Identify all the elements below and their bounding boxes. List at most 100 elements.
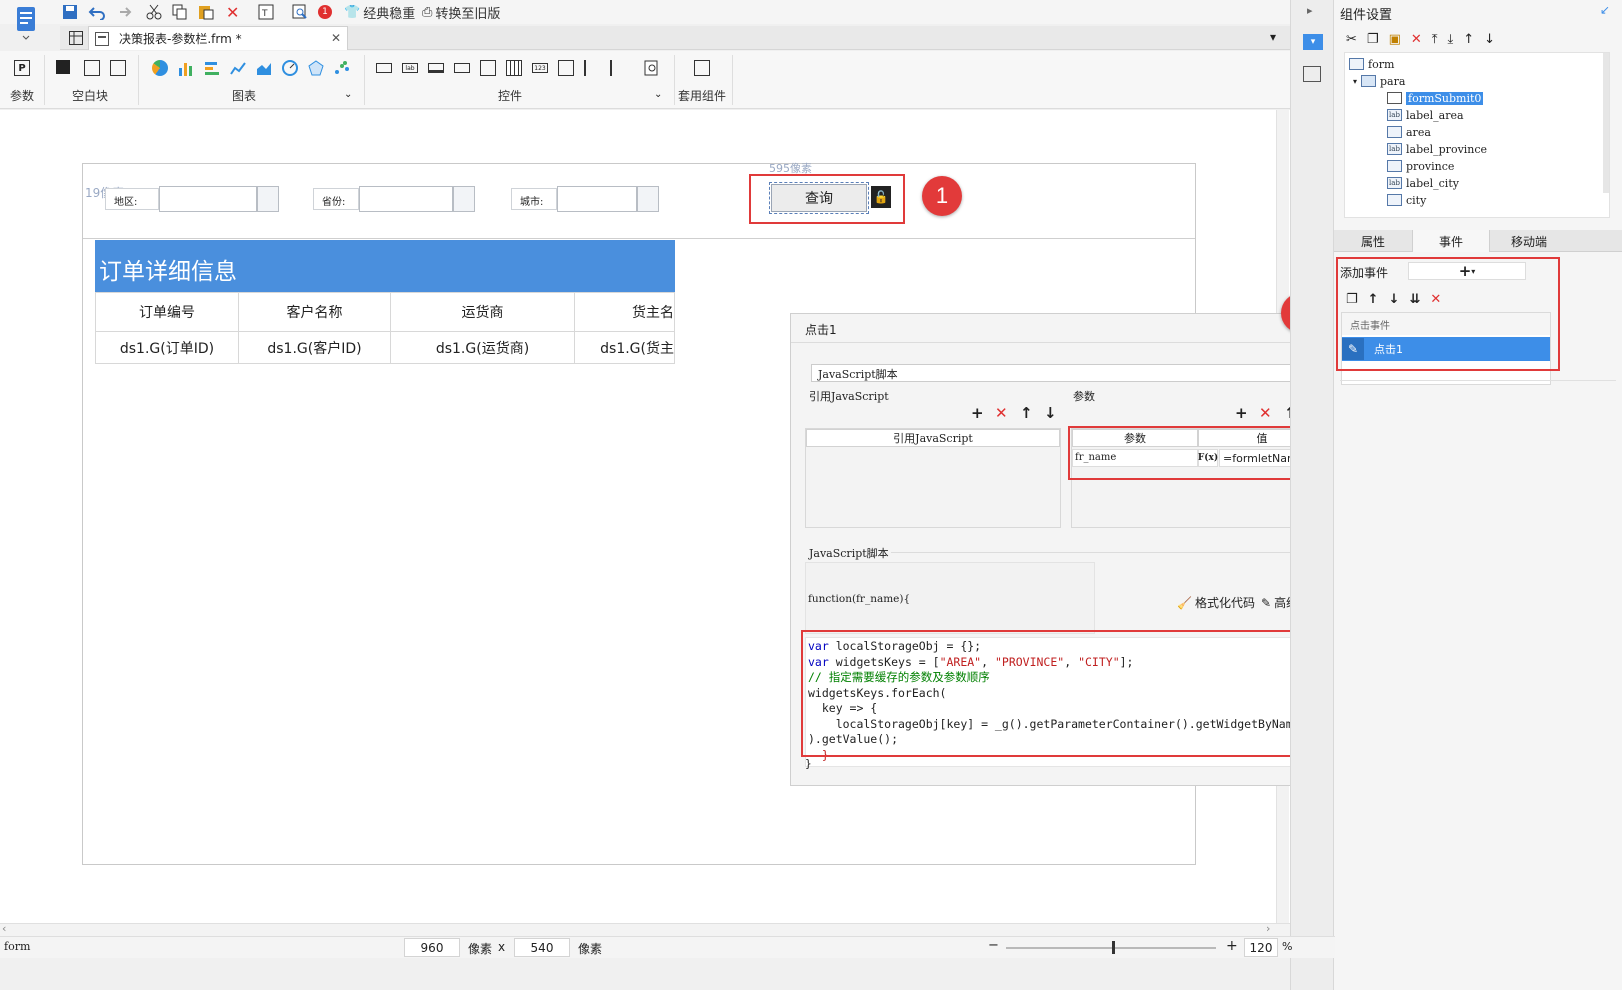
move-up-icon[interactable]: ↑ [1020,404,1033,422]
undo-icon[interactable] [88,3,106,21]
city-input[interactable] [557,186,637,212]
checkbox-group-widget-icon[interactable] [610,60,626,76]
area-chart-icon[interactable] [256,60,272,76]
gauge-chart-icon[interactable] [282,60,298,76]
calendar-widget-icon[interactable] [506,60,522,76]
cut-icon[interactable] [146,3,162,21]
notification-badge[interactable]: 1 [318,3,332,21]
tab-document[interactable]: 决策报表-参数栏.frm * ✕ [88,26,348,50]
format-code-button[interactable]: 🧹 格式化代码 [1177,594,1255,611]
textarea-widget-icon[interactable] [558,60,574,76]
scatter-chart-icon[interactable] [334,60,350,76]
label-area[interactable]: 地区: [105,188,159,210]
copy-icon[interactable] [172,3,188,21]
tree-item-label-area[interactable]: lab label_area [1387,107,1464,123]
data-cell[interactable]: ds1.G(货主 [574,331,675,364]
tree-item-city[interactable]: city [1387,192,1426,208]
canvas-width-input[interactable]: 960 [404,938,460,957]
parameter-pane-icon[interactable]: P [14,60,30,76]
move-down-icon[interactable]: ↓ [1484,32,1495,47]
header-cell[interactable]: 运货商 [390,292,575,332]
canvas-horizontal-scrollbar[interactable]: ‹ › [0,922,1290,936]
radar-chart-icon[interactable] [308,60,324,76]
bar-chart-icon[interactable] [178,60,194,76]
grid-block-icon[interactable] [110,60,126,76]
tab-menu-icon[interactable]: ▾ [1270,30,1276,44]
combo-widget-icon[interactable] [454,63,470,73]
preview-template-icon[interactable]: T [258,3,274,21]
tab-properties[interactable]: 属性 [1334,230,1412,252]
add-icon[interactable]: + [1235,404,1248,422]
classic-theme-button[interactable]: 👕 经典稳重 [344,3,415,22]
component-settings-dock-icon[interactable]: ▾ [1303,34,1323,50]
component-tree[interactable]: form ▾ para formSubmit0 lab label_area are… [1344,52,1610,218]
move-top-icon[interactable]: ⤒ [1432,32,1438,47]
city-dropdown-icon[interactable] [637,186,659,212]
zoom-input[interactable]: 120 [1244,938,1278,957]
unlock-icon[interactable]: 🔓 [871,186,891,208]
tree-item-form[interactable]: form [1349,56,1394,72]
delete-icon[interactable]: ✕ [1259,404,1272,422]
list-widget-icon[interactable] [480,60,496,76]
move-up-icon[interactable]: ↑ [1463,32,1474,47]
text-widget-icon[interactable] [428,63,444,73]
cut-icon[interactable]: ✂ [1346,32,1357,47]
delete-icon[interactable]: ✕ [226,3,239,22]
scroll-left-icon[interactable]: ‹ [2,922,6,935]
area-input[interactable] [159,186,257,212]
horizontal-bar-chart-icon[interactable] [204,60,220,76]
delete-icon[interactable]: ✕ [995,404,1008,422]
data-cell[interactable]: ds1.G(运货商) [390,331,575,364]
data-cell[interactable]: ds1.G(订单ID) [95,331,239,364]
parameter-bar[interactable]: 595像素 19像素 地区: 省份: 城市: 查询 🔓 [83,162,1195,239]
province-input[interactable] [359,186,453,212]
save-icon[interactable] [62,3,78,21]
radio-group-widget-icon[interactable] [584,60,600,76]
redo-icon[interactable] [114,3,132,21]
tree-item-formsubmit[interactable]: formSubmit0 [1387,90,1484,106]
move-down-icon[interactable]: ↓ [1044,404,1057,422]
close-tab-icon[interactable]: ✕ [331,31,341,45]
preview-icon[interactable] [292,3,308,21]
data-cell[interactable]: ds1.G(客户ID) [238,331,391,364]
button-widget-icon[interactable] [376,63,392,73]
pie-chart-icon[interactable] [152,60,168,76]
scroll-right-icon[interactable]: › [1266,922,1270,935]
tab-events[interactable]: 事件 [1412,230,1490,252]
province-dropdown-icon[interactable] [453,186,475,212]
label-province[interactable]: 省份: [313,188,359,210]
add-icon[interactable]: + [971,404,984,422]
tree-item-label-province[interactable]: lab label_province [1387,141,1487,157]
widget-expand-icon[interactable]: ⌄ [654,89,662,100]
canvas-height-input[interactable]: 540 [514,938,570,957]
zoom-in-icon[interactable]: + [1226,938,1238,954]
collapse-arrow-icon[interactable]: ▾ [1353,77,1357,86]
tab-mobile[interactable]: 移动端 [1490,230,1568,252]
zoom-slider-handle[interactable] [1112,941,1115,954]
header-cell[interactable]: 货主名 [574,292,675,332]
line-chart-icon[interactable] [230,60,246,76]
collapse-panel-icon[interactable]: ▸ [1307,4,1313,17]
label-widget-icon[interactable]: lab [402,63,418,73]
template-component-icon[interactable] [694,60,710,76]
chart-expand-icon[interactable]: ⌄ [344,89,352,100]
app-menu-icon[interactable] [14,3,38,41]
paste-icon[interactable]: ▣ [1389,32,1401,47]
query-widget-icon[interactable] [644,60,660,76]
grid-view-icon[interactable] [68,30,84,46]
delete-icon[interactable]: ✕ [1411,32,1422,47]
label-city[interactable]: 城市: [511,188,557,210]
header-cell[interactable]: 订单编号 [95,292,239,332]
script-type-select[interactable]: JavaScript脚本 ⌄ [811,364,1321,382]
blank-block-icon[interactable] [56,60,70,74]
number-widget-icon[interactable]: 123 [532,63,548,73]
convert-old-version-button[interactable]: ⎙ 转换至旧版 [422,3,500,22]
tree-item-area[interactable]: area [1387,124,1431,140]
area-dropdown-icon[interactable] [257,186,279,212]
layout-dock-icon[interactable] [1303,66,1321,82]
tree-item-label-city[interactable]: lab label_city [1387,175,1459,191]
pin-icon[interactable]: ↙ [1600,3,1610,17]
zoom-out-icon[interactable]: − [988,938,999,953]
query-button[interactable]: 查询 [769,182,869,214]
split-block-icon[interactable] [84,60,100,76]
